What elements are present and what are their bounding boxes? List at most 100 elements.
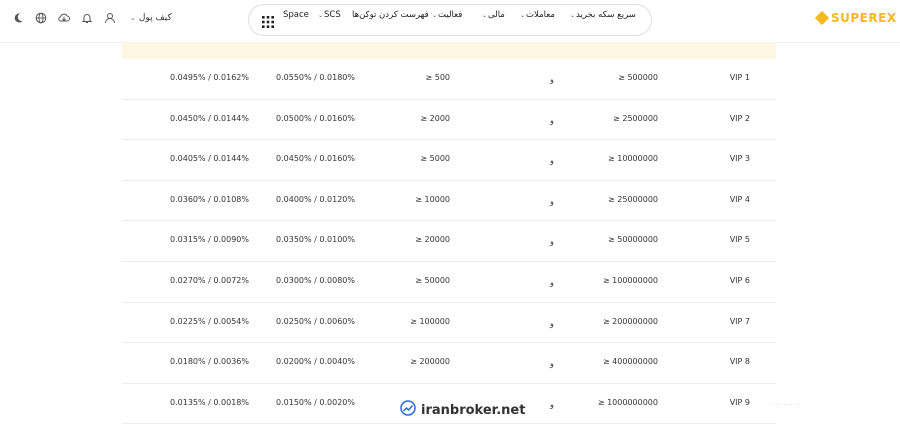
nav-space-label: Space: [283, 10, 309, 20]
fee-rate-standard: 0.0150% / 0.0020%: [276, 397, 355, 407]
logo-diamond-icon: [814, 10, 830, 26]
chevron-down-icon: ⌄: [318, 11, 324, 19]
nav-activity-label: فعالیت: [438, 10, 463, 20]
condition-and: و: [550, 75, 554, 84]
nav-trading[interactable]: ⌄ معاملات: [520, 10, 555, 20]
vip-level: VIP 5: [729, 235, 750, 245]
chevron-down-icon: ⌄: [482, 11, 488, 19]
main-nav: [248, 4, 652, 36]
vip-level: VIP 6: [729, 275, 750, 285]
fee-rate-discounted: 0.0270% / 0.0072%: [170, 275, 249, 285]
table-row: VIP 4 ≥ 25000000 و ≥ 10000 0.0400% / 0.0120%…: [122, 181, 776, 222]
table-row: VIP 6 ≥ 100000000 و ≥ 50000 0.0300% / 0.0080…: [122, 262, 776, 303]
vip-level: VIP 1: [729, 73, 750, 82]
nav-scs[interactable]: ⌄ SCS: [318, 10, 341, 20]
vip-level: VIP 8: [729, 357, 750, 367]
condition-and: و: [550, 156, 554, 166]
wallet-dropdown[interactable]: ⌄ کیف پول: [130, 13, 172, 23]
table-header-band: [122, 42, 776, 59]
table-row: VIP 3 ≥ 10000000 و ≥ 5000 0.0450% / 0.0160% 0…: [122, 140, 776, 181]
nav-finance-label: مالی: [488, 10, 505, 20]
vip-level: VIP 7: [729, 316, 750, 326]
chevron-down-icon: ⌄: [432, 11, 438, 19]
condition-and: و: [550, 277, 554, 287]
asset-requirement: ≥ 50000000: [608, 235, 658, 245]
table-row: VIP 7 ≥ 200000000 و ≥ 100000 0.0250% / 0.006…: [122, 303, 776, 344]
nav-quick-buy-label: سریع سکه بخرید: [576, 10, 636, 20]
fee-rate-discounted: 0.0405% / 0.0144%: [170, 154, 249, 164]
moon-icon[interactable]: [12, 12, 24, 24]
user-icon[interactable]: [104, 12, 116, 24]
download-icon[interactable]: [58, 12, 70, 24]
volume-requirement: ≥ 10000: [415, 194, 450, 204]
globe-icon[interactable]: [35, 12, 47, 24]
fee-rate-standard: 0.0550% / 0.0180%: [276, 73, 355, 82]
vip-level: VIP 2: [729, 113, 750, 123]
chevron-down-icon: ⌄: [130, 14, 136, 22]
vip-level: VIP 4: [729, 194, 750, 204]
table-row: VIP 8 ≥ 400000000 و ≥ 200000 0.0200% / 0.004…: [122, 343, 776, 384]
decorative-dots: · · · · · · · · ·: [768, 402, 801, 409]
nav-token-listing[interactable]: فهرست کردن توکن‌ها: [352, 10, 429, 20]
volume-requirement: ≥ 5000: [420, 154, 450, 164]
fee-rate-discounted: 0.0450% / 0.0144%: [170, 113, 249, 123]
fee-rate-standard: 0.0300% / 0.0080%: [276, 275, 355, 285]
fee-rate-standard: 0.0450% / 0.0160%: [276, 154, 355, 164]
fee-rate-standard: 0.0200% / 0.0040%: [276, 357, 355, 367]
fee-rate-standard: 0.0500% / 0.0160%: [276, 113, 355, 123]
volume-requirement: ≥ 500: [425, 73, 450, 82]
table-row: VIP 5 ≥ 50000000 و ≥ 20000 0.0350% / 0.0100%…: [122, 221, 776, 262]
volume-requirement: ≥ 2000: [420, 113, 450, 123]
chevron-down-icon: ⌄: [520, 11, 526, 19]
top-header: ⌄ کیف پول Space ⌄ SCS فهرست کردن توکن‌ها…: [0, 0, 900, 43]
nav-finance[interactable]: ⌄ مالی: [482, 10, 505, 20]
asset-requirement: ≥ 2500000: [613, 113, 658, 123]
nav-token-listing-label: فهرست کردن توکن‌ها: [352, 10, 429, 20]
trend-chart-icon: [400, 400, 416, 420]
condition-and: و: [550, 196, 554, 206]
fee-rate-discounted: 0.0225% / 0.0054%: [170, 316, 249, 326]
asset-requirement: ≥ 500000: [618, 73, 658, 82]
fee-rate-discounted: 0.0135% / 0.0018%: [170, 397, 249, 407]
fee-rate-discounted: 0.0180% / 0.0036%: [170, 357, 249, 367]
condition-and: و: [550, 399, 554, 409]
fee-rate-discounted: 0.0315% / 0.0090%: [170, 235, 249, 245]
volume-requirement: ≥ 100000: [410, 316, 450, 326]
asset-requirement: ≥ 200000000: [602, 316, 658, 326]
fee-rate-standard: 0.0250% / 0.0060%: [276, 316, 355, 326]
nav-space[interactable]: Space: [283, 10, 309, 20]
asset-requirement: ≥ 400000000: [602, 357, 658, 367]
vip-level: VIP 9: [729, 397, 750, 407]
nav-trading-label: معاملات: [526, 10, 555, 20]
nav-scs-label: SCS: [324, 10, 341, 20]
volume-requirement: ≥ 50000: [415, 275, 450, 285]
fee-rate-standard: 0.0400% / 0.0120%: [276, 194, 355, 204]
volume-requirement: ≥ 20000: [415, 235, 450, 245]
condition-and: و: [550, 318, 554, 328]
nav-quick-buy[interactable]: ⌄ سریع سکه بخرید: [570, 10, 636, 20]
apps-grid-icon[interactable]: [262, 13, 274, 28]
condition-and: و: [550, 237, 554, 247]
logo-text: SUPEREX: [831, 11, 897, 25]
superex-logo[interactable]: SUPEREX: [814, 10, 897, 26]
condition-and: و: [550, 359, 554, 369]
asset-requirement: ≥ 100000000: [602, 275, 658, 285]
asset-requirement: ≥ 10000000: [608, 154, 658, 164]
vip-level: VIP 3: [729, 154, 750, 164]
fee-rate-discounted: 0.0360% / 0.0108%: [170, 194, 249, 204]
nav-activity[interactable]: ⌄ فعالیت: [432, 10, 462, 20]
table-row: VIP 1 ≥ 500000 و ≥ 500 0.0550% / 0.0180% 0.04…: [122, 59, 776, 100]
fee-rate-standard: 0.0350% / 0.0100%: [276, 235, 355, 245]
asset-requirement: ≥ 1000000000: [597, 397, 658, 407]
volume-requirement: ≥ 200000: [410, 357, 450, 367]
bell-icon[interactable]: [81, 12, 93, 24]
fee-rate-discounted: 0.0495% / 0.0162%: [170, 73, 249, 82]
condition-and: و: [550, 115, 554, 125]
table-row: VIP 2 ≥ 2500000 و ≥ 2000 0.0500% / 0.0160% 0.…: [122, 100, 776, 141]
wallet-label: کیف پول: [138, 13, 172, 23]
chevron-down-icon: ⌄: [570, 11, 576, 19]
watermark: iranbroker.net: [396, 400, 530, 420]
asset-requirement: ≥ 25000000: [608, 194, 658, 204]
header-icon-group: [12, 12, 127, 24]
vip-fee-table: VIP 1 ≥ 500000 و ≥ 500 0.0550% / 0.0180% 0.04…: [122, 59, 776, 424]
